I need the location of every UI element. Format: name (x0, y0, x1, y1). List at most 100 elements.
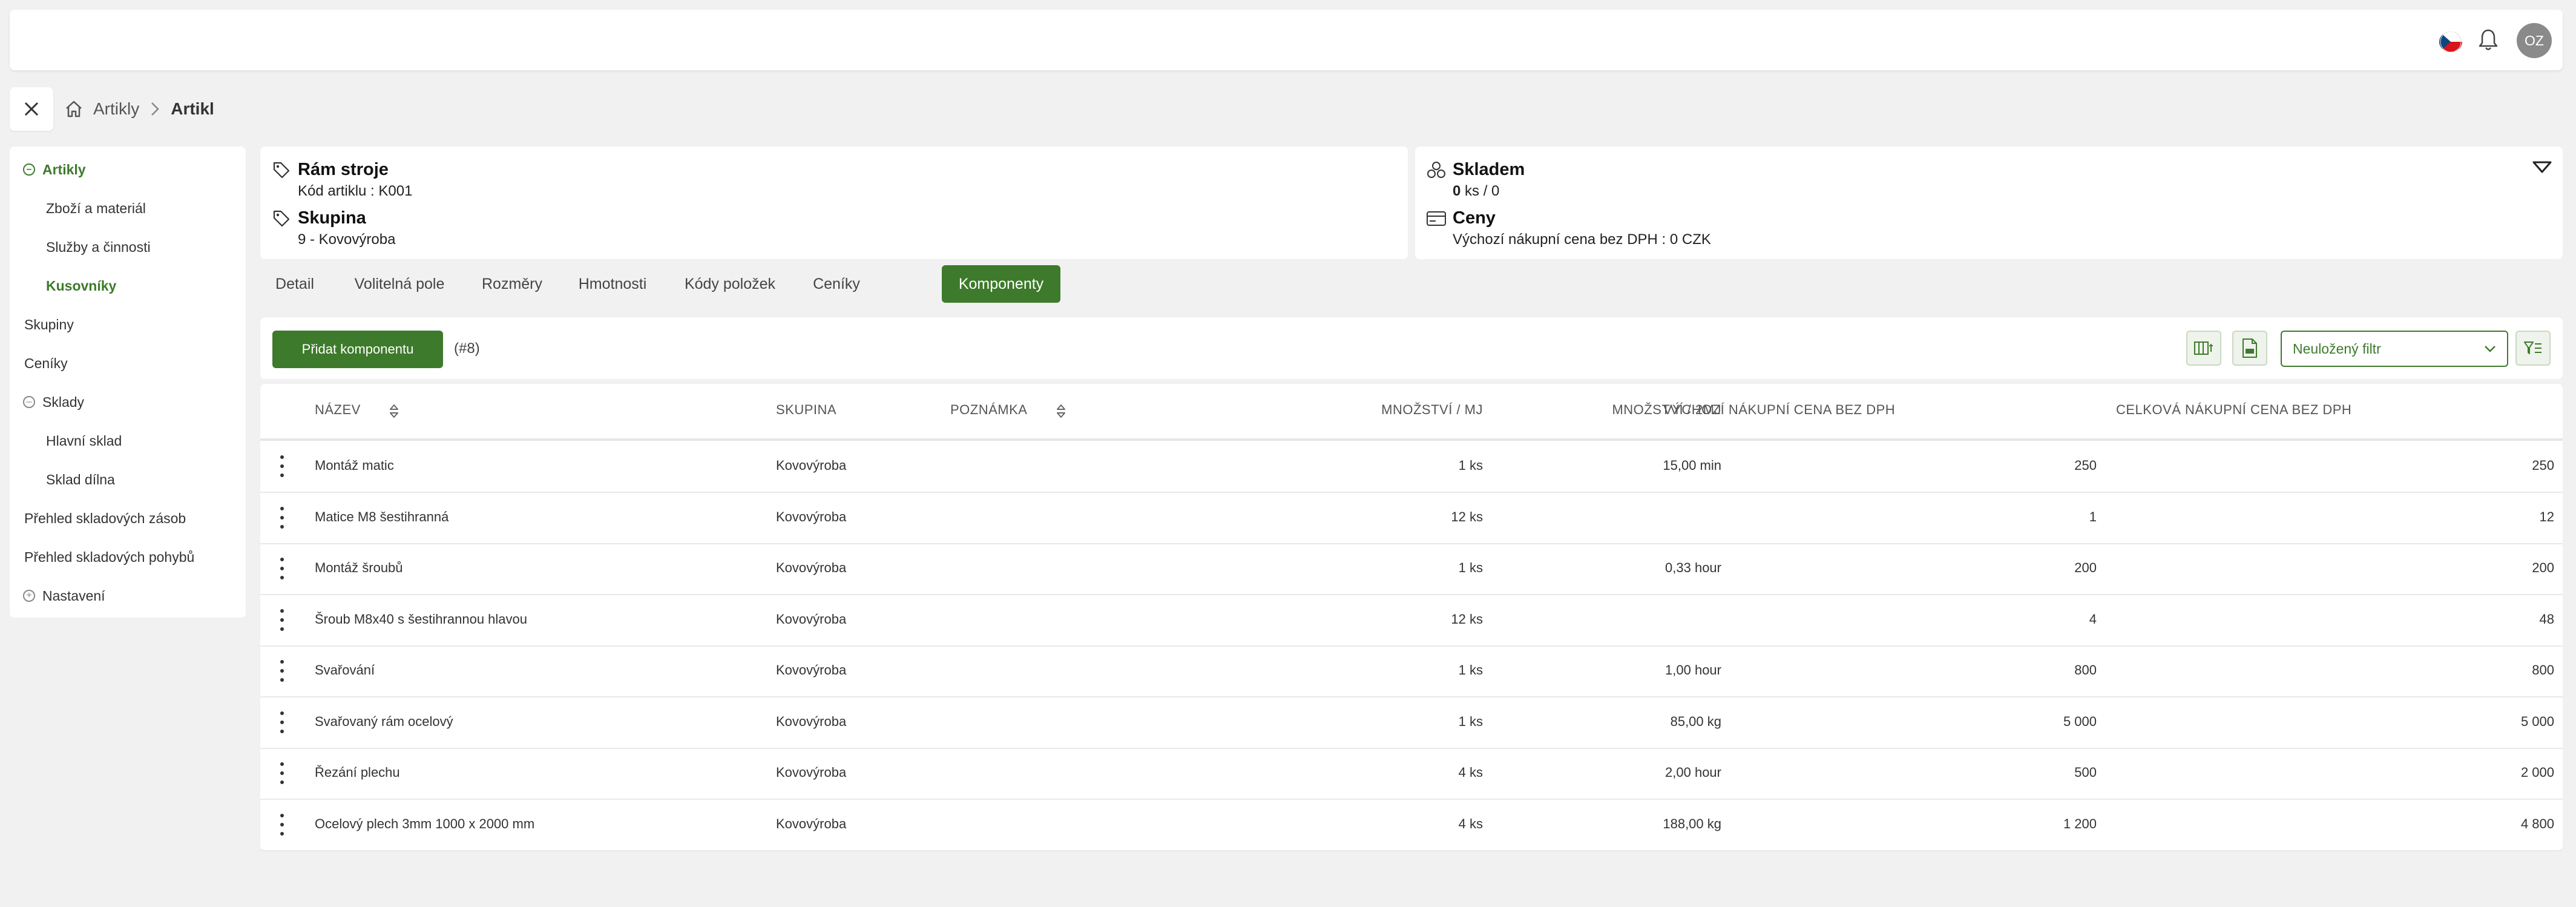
tab-bar: Detail Volitelná pole Rozměry Hmotnosti … (260, 265, 1108, 304)
cell-default-price: 5 000 (2063, 713, 2097, 729)
cell-total-price: 5 000 (2520, 713, 2554, 729)
credit-card-icon (1427, 211, 1446, 226)
table-row[interactable]: Šroub M8x40 s šestihrannou hlavou Kovovýr… (260, 595, 2563, 647)
table-row[interactable]: Svařování Kovovýroba 1 ks 1,00 hour 800 800 (260, 645, 2563, 698)
cell-name: Ocelový plech 3mm 1000 x 2000 mm (315, 816, 535, 831)
cell-total-price: 12 (2539, 509, 2554, 524)
table-row[interactable]: Matice M8 šestihranná Kovovýroba 12 ks 1 12 (260, 492, 2563, 544)
top-bar (10, 10, 2563, 70)
column-header-skupina[interactable]: SKUPINA (776, 402, 836, 418)
article-info-card: Rám stroje Kód artiklu : K001 Skupina 9 … (260, 147, 1408, 259)
breadcrumb-item-artikl: Artikl (171, 99, 214, 118)
sidebar-item-sluzby[interactable]: Služby a činnosti (46, 236, 151, 258)
row-menu-icon[interactable] (278, 660, 286, 682)
stock-quantity: 0 ks / 0 (1453, 183, 1499, 200)
row-menu-icon[interactable] (278, 506, 286, 529)
table-row[interactable]: Montáž šroubů Kovovýroba 1 ks 0,33 hour 200 2… (260, 543, 2563, 595)
export-csv-button[interactable] (2232, 331, 2267, 366)
stock-quantity-value: 0 (1453, 183, 1461, 199)
row-menu-icon[interactable] (278, 813, 286, 836)
sidebar-item-prehled-pohybu[interactable]: Přehled skladových pohybů (24, 546, 194, 568)
cell-group: Kovovýroba (776, 765, 847, 780)
cell-qty2: 1,00 hour (1665, 662, 1721, 678)
sort-icon[interactable] (387, 402, 401, 420)
tab-ceniky[interactable]: Ceníky (801, 265, 872, 303)
cell-group: Kovovýroba (776, 560, 847, 575)
tab-hmotnosti[interactable]: Hmotnosti (567, 265, 659, 303)
column-header-celkova-cena[interactable]: CELKOVÁ NÁKUPNÍ CENA BEZ DPH (2116, 402, 2351, 418)
expand-icon: + (23, 590, 35, 602)
filter-options-button[interactable] (2515, 331, 2551, 366)
table-row[interactable]: Řezání plechu Kovovýroba 4 ks 2,00 hour 500 2… (260, 748, 2563, 800)
row-menu-icon[interactable] (278, 711, 286, 733)
sidebar-item-nastaveni[interactable]: + Nastavení (23, 585, 105, 607)
cell-name: Montáž šroubů (315, 560, 403, 575)
chevron-down-icon[interactable] (2532, 160, 2552, 174)
stock-boxes-icon (1427, 162, 1445, 178)
tab-kody-polozek[interactable]: Kódy položek (671, 265, 789, 303)
cell-qty: 12 ks (1451, 509, 1483, 524)
collapse-icon: – (23, 163, 35, 176)
chevron-down-icon (2485, 346, 2496, 352)
components-table: NÁZEV SKUPINA POZNÁMKA MNOŽSTVÍ / MJ MNO… (260, 384, 2563, 851)
breadcrumb-item-artikly[interactable]: Artikly (93, 99, 139, 119)
sidebar-item-ceniky[interactable]: Ceníky (24, 352, 68, 374)
cell-name: Montáž matic (315, 458, 394, 473)
group-value: 9 - Kovovýroba (298, 231, 396, 248)
cell-default-price: 4 (2089, 611, 2097, 627)
table-row[interactable]: Ocelový plech 3mm 1000 x 2000 mm Kovovýro… (260, 799, 2563, 851)
tab-detail[interactable]: Detail (260, 265, 329, 303)
cell-name: Matice M8 šestihranná (315, 509, 449, 524)
cell-qty2: 85,00 kg (1670, 713, 1721, 729)
cell-total-price: 2 000 (2520, 765, 2554, 780)
column-header-poznamka[interactable]: POZNÁMKA (950, 402, 1027, 418)
close-icon (24, 102, 39, 116)
cell-default-price: 1 200 (2063, 816, 2097, 831)
columns-button[interactable] (2186, 331, 2221, 366)
tab-komponenty[interactable]: Komponenty (942, 265, 1060, 303)
sidebar-item-sklad-dilna[interactable]: Sklad dílna (46, 469, 115, 490)
filter-select[interactable]: Neuložený filtr (2281, 331, 2508, 367)
stock-info-card: Skladem 0 ks / 0 Ceny Výchozí nákupní ce… (1415, 147, 2563, 259)
sidebar-item-sklady[interactable]: – Sklady (23, 391, 84, 413)
cell-qty2: 0,33 hour (1665, 560, 1721, 575)
tab-volitelna-pole[interactable]: Volitelná pole (341, 265, 458, 303)
sidebar-item-kusovniky[interactable]: Kusovníky (46, 275, 116, 297)
tag-icon (273, 162, 290, 179)
sidebar-item-hlavni-sklad[interactable]: Hlavní sklad (46, 430, 122, 452)
table-row[interactable]: Montáž matic Kovovýroba 1 ks 15,00 min 250 25… (260, 441, 2563, 493)
close-button[interactable] (10, 87, 53, 131)
cell-group: Kovovýroba (776, 611, 847, 627)
cell-default-price: 1 (2089, 509, 2097, 524)
group-heading: Skupina (298, 208, 366, 228)
sidebar-item-zbozi[interactable]: Zboží a materiál (46, 197, 146, 219)
sidebar-item-artikly[interactable]: – Artikly (23, 159, 86, 180)
column-header-vychozi-cena[interactable]: VÝCHOZÍ NÁKUPNÍ CENA BEZ DPH (1663, 402, 1895, 418)
csv-file-icon (2242, 338, 2257, 358)
column-header-mnozstvi[interactable]: MNOŽSTVÍ / MJ (1277, 402, 1483, 418)
row-menu-icon[interactable] (278, 455, 286, 477)
home-icon[interactable] (64, 100, 84, 118)
cell-group: Kovovýroba (776, 509, 847, 524)
cell-group: Kovovýroba (776, 662, 847, 678)
cell-total-price: 4 800 (2520, 816, 2554, 831)
row-menu-icon[interactable] (278, 609, 286, 631)
row-menu-icon[interactable] (278, 762, 286, 784)
sidebar-item-skupiny[interactable]: Skupiny (24, 314, 74, 335)
cell-qty: 1 ks (1458, 458, 1483, 473)
table-row[interactable]: Svařovaný rám ocelový Kovovýroba 1 ks 85,00… (260, 697, 2563, 749)
cell-name: Šroub M8x40 s šestihrannou hlavou (315, 611, 527, 627)
cell-group: Kovovýroba (776, 713, 847, 729)
sort-icon[interactable] (1054, 402, 1068, 420)
tab-rozmery[interactable]: Rozměry (470, 265, 554, 303)
sidebar-item-prehled-zasob[interactable]: Přehled skladových zásob (24, 507, 186, 529)
add-component-button[interactable]: Přidat komponentu (272, 331, 443, 368)
czech-flag-icon[interactable] (2439, 31, 2462, 52)
avatar[interactable]: OZ (2517, 23, 2552, 58)
article-code: Kód artiklu : K001 (298, 183, 413, 199)
cell-qty: 12 ks (1451, 611, 1483, 627)
chevron-right-icon (151, 102, 160, 116)
bell-icon[interactable] (2478, 28, 2499, 52)
column-header-nazev[interactable]: NÁZEV (315, 402, 361, 418)
row-menu-icon[interactable] (278, 558, 286, 579)
